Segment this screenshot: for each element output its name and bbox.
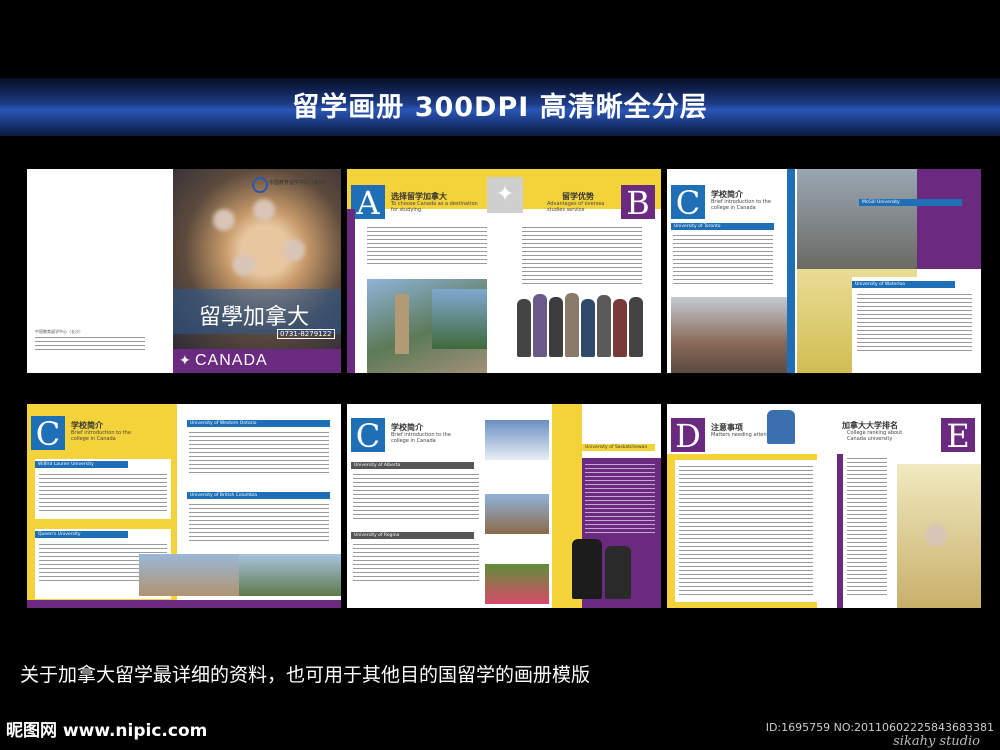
maple-leaf-icon: ✦ [487, 177, 523, 213]
student-figure [581, 299, 595, 357]
section-c-subtitle: Brief introduction to the college in Can… [711, 199, 771, 211]
footer-caption: 关于加拿大留学最详细的资料，也可用于其他目的国留学的画册模版 [20, 664, 591, 686]
ranking-stripe [837, 454, 843, 608]
river-photo [432, 289, 487, 349]
section-letter-b: B [621, 185, 655, 221]
section-letter-d: D [671, 418, 705, 454]
student-figure [517, 299, 531, 357]
student-figure [549, 297, 563, 357]
section-letter-c: C [31, 416, 65, 452]
brochure-spread-c3[interactable]: C 学校简介 Brief introduction to the college… [347, 404, 661, 608]
brochure-spread-de[interactable]: D 注意事项 Matters needing attention 加拿大大学排名… [667, 404, 981, 608]
ranking-list [847, 458, 887, 598]
uni-bar-ubc: University of British Columbia [187, 492, 330, 499]
section-b-subtitle: Advantages of oversea studies service [547, 201, 605, 213]
uni-alberta-text [353, 474, 479, 519]
graduate-figure [572, 539, 602, 599]
campus-photo [139, 554, 239, 596]
section-a-text [367, 227, 487, 267]
section-letter-c: C [351, 418, 385, 454]
bottom-stripe [27, 600, 341, 608]
uni-bar-alberta: University of Alberta [351, 462, 474, 469]
cover-title: 留學加拿大 [199, 305, 310, 330]
uni-regina-text [353, 544, 479, 584]
uni-bar-mcgill: McGill University [859, 199, 962, 206]
uni-bar-regina: University of Regina [351, 532, 474, 539]
back-org-name: 中国教育留学中心（长沙） [35, 329, 83, 334]
brochure-spread-c2[interactable]: C 学校简介 Brief introduction to the college… [27, 404, 341, 608]
image-id-text: ID:1695759 NO:20110602225843683381 [765, 721, 994, 734]
uni-waterloo-text [857, 294, 972, 354]
uni-bar-laurier: Wilfrid Laurier University [35, 461, 128, 468]
divider-stripe [787, 169, 795, 373]
brochure-spread-c1[interactable]: C 学校简介 Brief introduction to the college… [667, 169, 981, 373]
garden-photo [485, 564, 549, 604]
site-logo: 昵图网 www.nipic.com [6, 721, 208, 741]
brochure-cover[interactable]: 留學加拿大 0731-8279122 CANADA ✦ 中国教育留学中心（长沙）… [27, 169, 341, 373]
tower-shape [395, 294, 409, 354]
uni-saskatchewan-text [585, 464, 655, 534]
uni-bar-saskatchewan: University of Saskatchewan [582, 444, 655, 451]
brochure-spread-ab[interactable]: A 选择留学加拿大 To choose Canada as a destinat… [347, 169, 661, 373]
graduate-figure [605, 546, 631, 599]
section-letter-a: A [351, 185, 385, 221]
org-name: 中国教育留学中心（长沙） [269, 180, 330, 186]
section-letter-e: E [941, 418, 975, 454]
section-c-subtitle: Brief introduction to the college in Can… [71, 430, 131, 442]
section-a-subtitle: To choose Canada as a destination for st… [391, 201, 478, 213]
uni-toronto-text [673, 235, 773, 285]
winter-photo [485, 420, 549, 460]
uni-western-text [189, 432, 329, 474]
uni-laurier-text [39, 474, 167, 514]
student-figure [597, 295, 611, 357]
city-photo [239, 554, 341, 596]
org-logo-icon [252, 177, 268, 193]
notes-text [679, 466, 813, 596]
section-b-text [522, 227, 642, 287]
jumping-figure [767, 410, 795, 444]
uni-bar-queens: Queen's University [35, 531, 128, 538]
section-c-subtitle: Brief introduction to the college in Can… [391, 432, 451, 444]
page-title: 留学画册 300DPI 高清晰全分层 [292, 92, 708, 123]
section-letter-c: C [671, 185, 705, 221]
mcgill-photo [797, 169, 917, 269]
student-face [925, 524, 947, 546]
section-e-subtitle: College ranking about Canada university [847, 430, 903, 442]
uni-bar-waterloo: University of Waterloo [852, 281, 955, 288]
cover-phone: 0731-8279122 [277, 329, 335, 339]
studio-watermark: sikahy studio [893, 734, 980, 749]
uni-bar-western: University of Western Ontario [187, 420, 330, 427]
back-contact-lines [35, 337, 145, 351]
castle-photo [485, 494, 549, 534]
left-stripe [347, 209, 355, 373]
student-figure [533, 294, 547, 357]
student-figure [629, 297, 643, 357]
mcgill-panel [917, 169, 981, 269]
student-figure [565, 293, 579, 357]
uni-ubc-text [189, 504, 329, 544]
uni-bar-toronto: University of Toronto [671, 223, 774, 230]
toronto-building-photo [671, 297, 787, 373]
maple-leaf-icon: ✦ [179, 353, 191, 369]
student-figure [613, 299, 627, 357]
cover-country: CANADA [195, 352, 268, 369]
